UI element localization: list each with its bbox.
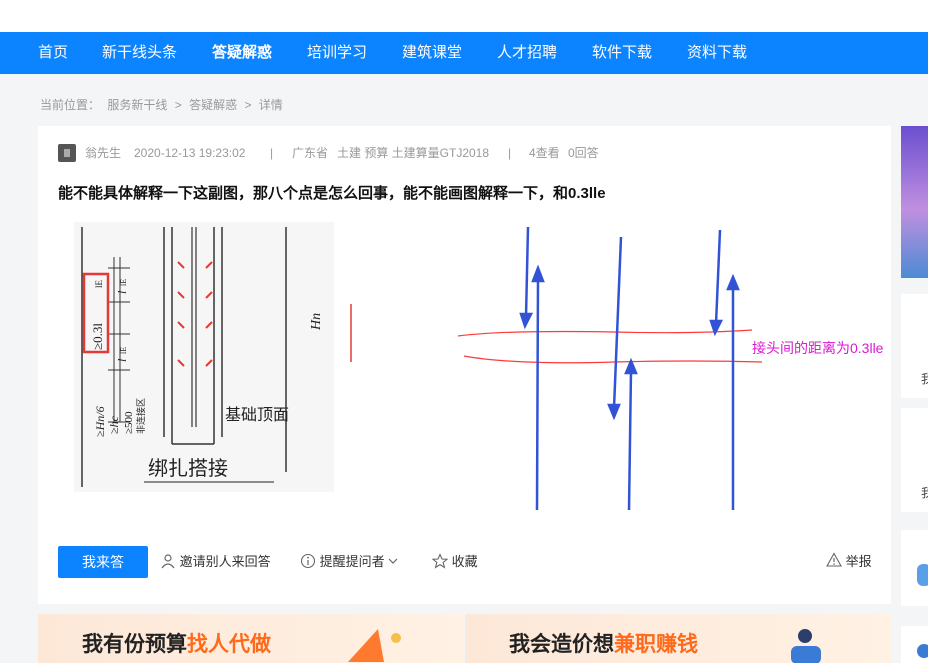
- sidebar-glyph: 我: [921, 372, 928, 386]
- sidebar-card[interactable]: 我: [901, 294, 928, 398]
- remind-label: 提醒提问者: [319, 554, 385, 569]
- answer-count: 0回答: [568, 146, 599, 160]
- breadcrumb-separator: >: [174, 98, 182, 112]
- report-button[interactable]: 举报: [826, 546, 872, 578]
- nav-item-home[interactable]: 首页: [38, 32, 68, 74]
- nav-item-jobs[interactable]: 人才招聘: [497, 32, 557, 74]
- sidebar-ad[interactable]: [901, 126, 928, 278]
- breadcrumb-item[interactable]: 答疑解惑: [189, 98, 237, 112]
- sidebar-card[interactable]: [901, 530, 928, 606]
- label-Hn: Hn: [309, 313, 324, 331]
- sidebar-glyph: 我: [921, 486, 928, 500]
- figure-scan-background: [74, 222, 334, 492]
- nav-item-headlines[interactable]: 新干线头条: [102, 32, 177, 74]
- label-hc: ≥hc: [107, 415, 121, 434]
- breadcrumb: 当前位置： 服务新干线 > 答疑解惑 > 详情: [40, 96, 287, 113]
- label-0.3lle-sub: lE: [94, 279, 104, 288]
- banner-text: 我有份预算: [82, 633, 187, 656]
- person-icon: [791, 629, 821, 663]
- avatar[interactable]: [58, 144, 76, 162]
- question-figure[interactable]: ≥0.3l lE l lE l lE ≥Hn/6 ≥hc ≥500 非连接区 H…: [74, 222, 904, 522]
- warning-icon: [826, 552, 842, 567]
- invite-button[interactable]: 邀请别人来回答: [160, 546, 271, 578]
- sidebar-icon: [917, 644, 928, 658]
- nav-item-training[interactable]: 培训学习: [307, 32, 367, 74]
- banner-highlight: 找人代做: [187, 633, 271, 656]
- sidebar-icon: [917, 564, 928, 586]
- sidebar-card[interactable]: [901, 626, 928, 663]
- banner-title: 我有份预算找人代做: [82, 628, 271, 658]
- banner-title: 我会造价想兼职赚钱: [509, 628, 698, 658]
- hand-drawn-line: [457, 329, 753, 337]
- collect-button[interactable]: 收藏: [431, 546, 478, 578]
- breadcrumb-item: 详情: [258, 98, 283, 112]
- banner-highlight: 兼职赚钱: [614, 633, 698, 656]
- label-non-connect-zone: 非连接区: [135, 398, 146, 434]
- action-bar: 我来答 邀请别人来回答 提醒提问者 收藏 举报: [58, 546, 878, 578]
- view-count: 4查看: [529, 146, 560, 160]
- label-lle-bottom-sub: lE: [119, 347, 128, 354]
- remind-button[interactable]: 提醒提问者: [300, 546, 398, 578]
- collect-label: 收藏: [451, 554, 478, 569]
- chevron-down-icon: [388, 558, 398, 564]
- post-datetime: 2020-12-13 19:23:02: [134, 146, 246, 160]
- breadcrumb-item[interactable]: 服务新干线: [107, 98, 167, 112]
- breadcrumb-prefix: 当前位置：: [40, 98, 101, 112]
- answer-button[interactable]: 我来答: [58, 546, 148, 578]
- star-icon: [431, 553, 449, 569]
- parttime-banner[interactable]: 我会造价想兼职赚钱: [465, 614, 891, 663]
- figure-caption: 绑扎搭接: [148, 457, 228, 480]
- sidebar-card[interactable]: 我: [901, 408, 928, 512]
- nav-item-classroom[interactable]: 建筑课堂: [402, 32, 462, 74]
- nav-item-qa[interactable]: 答疑解惑: [212, 32, 272, 74]
- invite-label: 邀请别人来回答: [179, 554, 271, 569]
- drawn-arrows: [519, 226, 740, 511]
- label-0.3lle: ≥0.3l: [90, 323, 105, 350]
- label-hn6: ≥Hn/6: [93, 406, 107, 437]
- breadcrumb-separator: >: [244, 98, 252, 112]
- user-icon: [161, 554, 175, 569]
- top-bar: [0, 0, 928, 32]
- report-label: 举报: [845, 554, 872, 569]
- label-foundation-top: 基础顶面: [225, 406, 289, 424]
- banner-text: 我会造价想: [509, 633, 614, 656]
- nav-item-resources[interactable]: 资料下载: [687, 32, 747, 74]
- question-card: 翁先生 2020-12-13 19:23:02 | 广东省 土建 预算 土建算量…: [38, 126, 891, 604]
- nav-item-software[interactable]: 软件下载: [592, 32, 652, 74]
- meta-separator: |: [508, 146, 512, 160]
- label-lle-top-sub: lE: [119, 279, 128, 286]
- budget-banner[interactable]: 我有份预算找人代做: [38, 614, 464, 663]
- region: 广东省: [292, 146, 329, 160]
- hand-drawn-line: [463, 355, 763, 364]
- distance-annotation: 接头间的距离为0.3lle: [752, 340, 884, 356]
- main-nav: 首页 新干线头条 答疑解惑 培训学习 建筑课堂 人才招聘 软件下载 资料下载: [0, 32, 928, 74]
- author-name[interactable]: 翁先生: [85, 144, 121, 162]
- meta-separator: |: [270, 146, 274, 160]
- info-icon: [300, 553, 316, 569]
- question-title: 能不能具体解释一下这副图，那八个点是怎么回事，能不能画图解释一下，和0.3lle: [58, 185, 606, 202]
- tags[interactable]: 土建 预算 土建算量GTJ2018: [337, 144, 489, 162]
- label-500: ≥500: [123, 411, 135, 434]
- illustration-icon: [348, 629, 401, 662]
